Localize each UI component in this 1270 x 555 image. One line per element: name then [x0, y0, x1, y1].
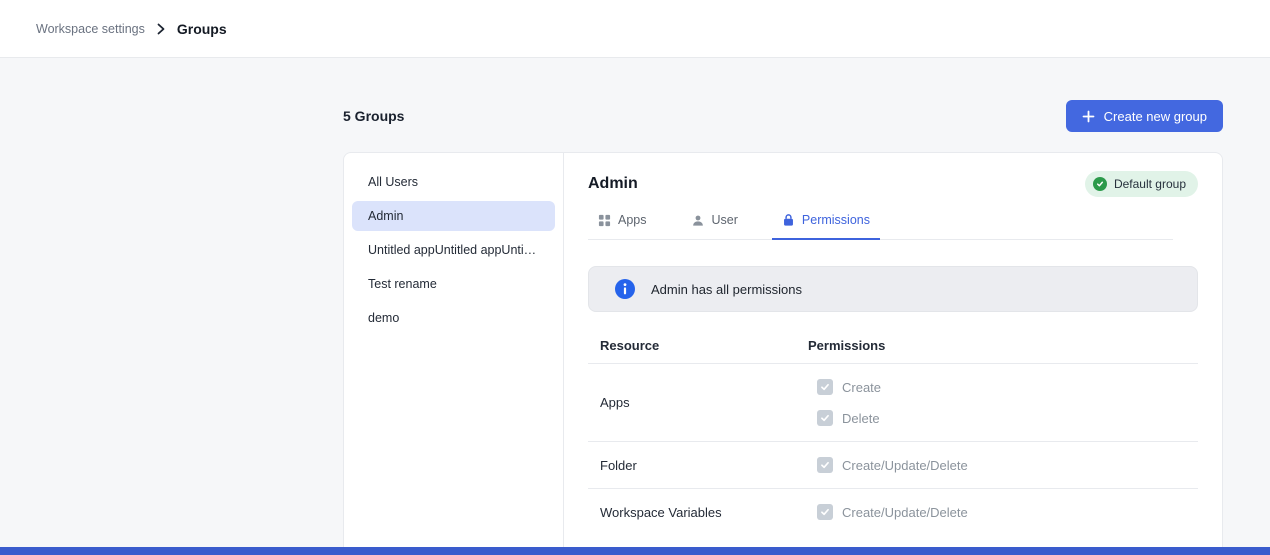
- permissions-cell: Create/Update/Delete: [808, 504, 1198, 520]
- checkbox-check-icon: [820, 382, 830, 392]
- top-navbar: Workspace settings Groups: [0, 0, 1270, 58]
- permission-checkbox[interactable]: [817, 379, 833, 395]
- banner-text: Admin has all permissions: [651, 282, 802, 297]
- tab-apps[interactable]: Apps: [588, 213, 657, 240]
- badge-label: Default group: [1114, 177, 1186, 191]
- tab-permissions[interactable]: Permissions: [772, 213, 880, 240]
- breadcrumb-current: Groups: [177, 21, 227, 37]
- table-header: Resource Permissions: [588, 328, 1198, 364]
- plus-icon: [1082, 110, 1095, 123]
- info-banner: Admin has all permissions: [588, 266, 1198, 312]
- resource-label: Apps: [600, 395, 808, 410]
- default-group-badge: Default group: [1085, 171, 1198, 197]
- resource-label: Workspace Variables: [600, 505, 808, 520]
- table-row: Apps Create Delete: [588, 364, 1198, 442]
- check-circle-icon: [1093, 177, 1107, 191]
- permission-row: Create: [817, 379, 1198, 395]
- permission-label: Create/Update/Delete: [842, 458, 968, 473]
- create-new-group-button[interactable]: Create new group: [1066, 100, 1223, 132]
- permission-label: Delete: [842, 411, 880, 426]
- tab-permissions-label: Permissions: [802, 213, 870, 227]
- info-icon: [615, 279, 635, 299]
- page-head: 5 Groups Create new group: [343, 100, 1223, 132]
- permission-label: Create/Update/Delete: [842, 505, 968, 520]
- table-row: Workspace Variables Create/Update/Delete: [588, 489, 1198, 535]
- checkbox-check-icon: [820, 413, 830, 423]
- checkbox-check-icon: [820, 460, 830, 470]
- group-detail-panel: Admin Default group Apps User: [564, 153, 1222, 555]
- permissions-cell: Create/Update/Delete: [808, 457, 1198, 473]
- permissions-cell: Create Delete: [808, 379, 1198, 426]
- chevron-right-icon: [156, 23, 166, 35]
- permission-checkbox[interactable]: [817, 410, 833, 426]
- sidebar-item-all-users[interactable]: All Users: [352, 167, 555, 197]
- resource-label: Folder: [600, 458, 808, 473]
- lock-icon: [782, 213, 795, 227]
- permission-row: Create/Update/Delete: [817, 504, 1198, 520]
- tab-user-label: User: [712, 213, 738, 227]
- group-list: All Users Admin Untitled appUntitled app…: [344, 153, 564, 555]
- sidebar-item-admin[interactable]: Admin: [352, 201, 555, 231]
- sidebar-item-demo[interactable]: demo: [352, 303, 555, 333]
- groups-count: 5 Groups: [343, 108, 404, 124]
- permissions-table: Resource Permissions Apps Create: [588, 328, 1198, 535]
- permission-label: Create: [842, 380, 881, 395]
- permissions-header: Permissions: [808, 338, 1198, 353]
- resource-header: Resource: [600, 338, 808, 353]
- create-button-label: Create new group: [1104, 109, 1207, 124]
- checkbox-check-icon: [820, 507, 830, 517]
- breadcrumb: Workspace settings Groups: [36, 21, 227, 37]
- bottom-bar: [0, 547, 1270, 555]
- permission-row: Create/Update/Delete: [817, 457, 1198, 473]
- permission-checkbox[interactable]: [817, 504, 833, 520]
- breadcrumb-parent[interactable]: Workspace settings: [36, 22, 145, 36]
- user-icon: [691, 214, 705, 227]
- group-title: Admin: [588, 175, 638, 193]
- permission-row: Delete: [817, 410, 1198, 426]
- groups-card: All Users Admin Untitled appUntitled app…: [343, 152, 1223, 555]
- group-detail-header: Admin Default group: [588, 171, 1198, 197]
- table-row: Folder Create/Update/Delete: [588, 442, 1198, 489]
- permission-checkbox[interactable]: [817, 457, 833, 473]
- tab-user[interactable]: User: [681, 213, 748, 240]
- sidebar-item-untitled-app[interactable]: Untitled appUntitled appUntitle…: [352, 235, 555, 265]
- grid-icon: [598, 214, 611, 227]
- tabs: Apps User Permissions: [588, 213, 1173, 240]
- sidebar-item-test-rename[interactable]: Test rename: [352, 269, 555, 299]
- tab-apps-label: Apps: [618, 213, 647, 227]
